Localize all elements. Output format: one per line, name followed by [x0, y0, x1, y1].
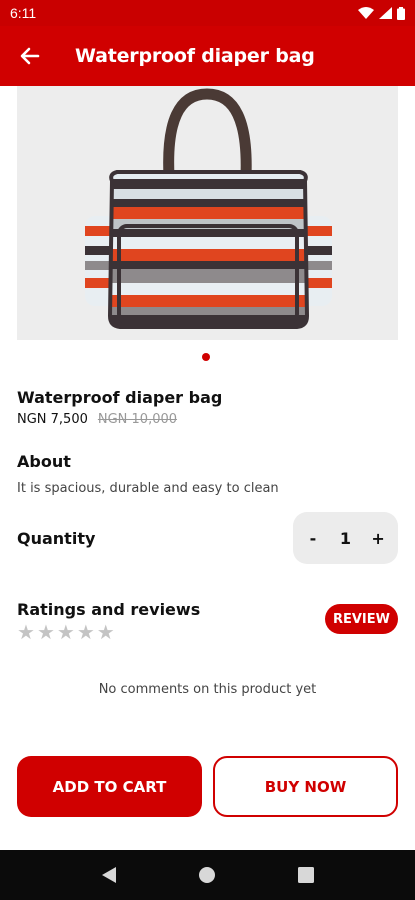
decrement-button[interactable]: - [300, 529, 326, 548]
app-bar: Waterproof diaper bag [0, 26, 415, 86]
star-icon: ★ [76, 620, 95, 644]
quantity-label: Quantity [17, 529, 96, 548]
product-name: Waterproof diaper bag [17, 388, 223, 407]
buy-now-button[interactable]: BUY NOW [213, 756, 398, 817]
about-text: It is spacious, durable and easy to clea… [17, 481, 279, 496]
battery-icon [397, 6, 405, 20]
quantity-value: 1 [339, 528, 352, 548]
nav-recents-button[interactable] [286, 855, 326, 895]
nav-back-button[interactable] [89, 855, 129, 895]
nav-home-icon [199, 867, 216, 883]
nav-home-button[interactable] [187, 855, 227, 895]
star-icon: ★ [96, 620, 115, 644]
price-row: NGN 7,500 NGN 10,000 [17, 412, 177, 427]
carousel-indicator-dot[interactable] [202, 353, 210, 361]
price-current: NGN 7,500 [17, 412, 88, 427]
nav-recents-icon [297, 867, 314, 883]
back-button[interactable] [0, 26, 60, 86]
status-time: 6:11 [10, 5, 37, 21]
status-bar: 6:11 [0, 0, 415, 26]
wifi-icon [358, 7, 374, 19]
quantity-stepper: - 1 + [293, 512, 398, 564]
price-old: NGN 10,000 [97, 412, 178, 427]
no-comments-text: No comments on this product yet [98, 682, 317, 697]
arrow-back-icon [20, 47, 40, 65]
nav-back-icon [102, 867, 117, 883]
star-rating: ★ ★ ★ ★ ★ [17, 620, 115, 644]
status-icons [358, 6, 405, 20]
add-to-cart-button[interactable]: ADD TO CART [17, 756, 202, 817]
product-image[interactable] [17, 86, 398, 340]
about-heading: About [17, 452, 71, 471]
review-button[interactable]: REVIEW [325, 604, 398, 634]
increment-button[interactable]: + [365, 529, 391, 548]
ratings-heading: Ratings and reviews [17, 600, 201, 619]
star-icon: ★ [17, 620, 35, 644]
diaper-bag-image [85, 88, 332, 329]
page-title: Waterproof diaper bag [75, 45, 315, 67]
signal-icon [379, 7, 392, 19]
system-nav-bar [0, 850, 415, 900]
star-icon: ★ [56, 620, 75, 644]
star-icon: ★ [36, 620, 55, 644]
